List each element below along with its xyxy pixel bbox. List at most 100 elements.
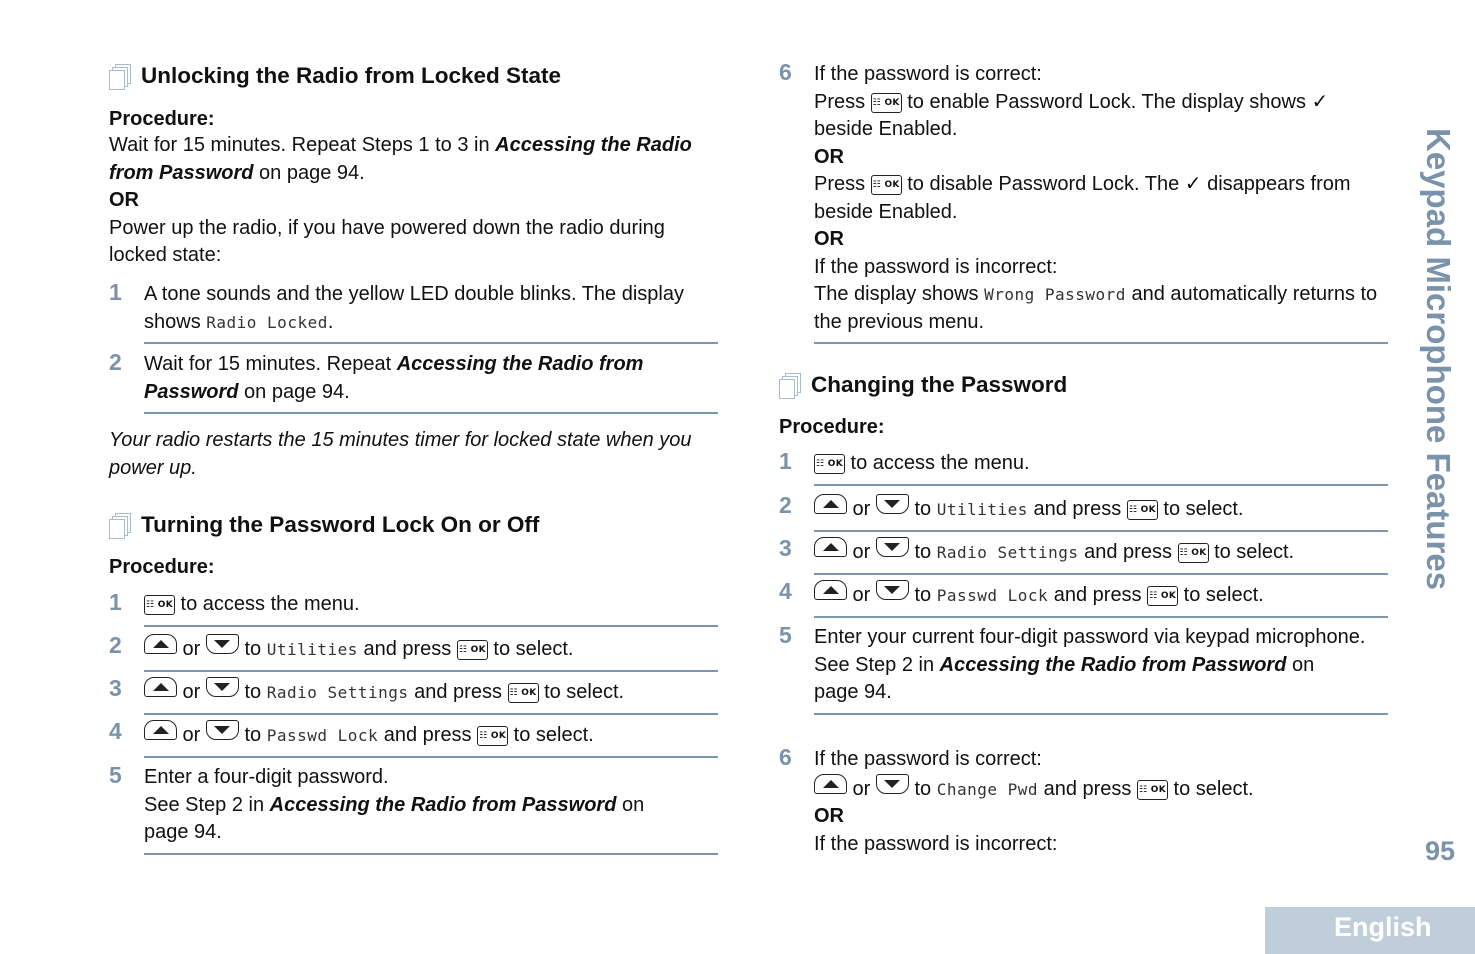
or-text: or bbox=[177, 681, 206, 703]
change-step-4: 4 or to Passwd Lock and press ☷ OK to se… bbox=[779, 578, 1388, 618]
page-number: 95 bbox=[1424, 836, 1455, 866]
procedure-label: Procedure: bbox=[779, 416, 885, 438]
condition-text: If the password is correct: bbox=[814, 63, 1042, 85]
or-text: or bbox=[847, 498, 876, 520]
unlock-step-1: 1 A tone sounds and the yellow LED doubl… bbox=[109, 279, 718, 344]
step-number: 3 bbox=[109, 675, 122, 701]
step-number: 4 bbox=[779, 578, 792, 604]
menu-ok-key-icon: ☷ OK bbox=[144, 595, 175, 615]
or-text: or bbox=[177, 724, 206, 746]
to-text: to bbox=[238, 638, 267, 660]
display-text: Radio Locked bbox=[206, 312, 328, 332]
chapter-title-text: Keypad Microphone Features bbox=[1420, 128, 1457, 591]
down-arrow-key-icon bbox=[875, 537, 909, 557]
down-arrow-key-icon bbox=[875, 773, 909, 794]
and-press-text: and press bbox=[357, 638, 457, 660]
to-text: to bbox=[238, 724, 267, 746]
change-step-6: 6 If the password is correct: or to Chan… bbox=[779, 744, 1388, 864]
down-arrow-key-icon bbox=[205, 720, 239, 740]
down-arrow-key-icon bbox=[205, 634, 239, 654]
section-title: Changing the Password bbox=[811, 372, 1068, 397]
or-text: or bbox=[847, 777, 876, 800]
language-label: English bbox=[1334, 912, 1432, 942]
or-text: or bbox=[847, 541, 876, 563]
to-select-text: to select. bbox=[487, 638, 574, 660]
down-arrow-key-icon bbox=[875, 494, 909, 514]
on-text: on bbox=[616, 793, 645, 816]
see-step-text: See Step 2 in bbox=[814, 653, 940, 676]
step-number: 3 bbox=[779, 535, 792, 561]
to-select-text: to select. bbox=[538, 681, 625, 703]
note-text: Your radio restarts the 15 minutes timer… bbox=[109, 429, 692, 479]
up-arrow-key-icon bbox=[814, 580, 847, 600]
to-text: to bbox=[908, 777, 937, 800]
to-text: to bbox=[238, 681, 267, 703]
page-ref-text: page 94. bbox=[814, 681, 892, 703]
down-arrow-key-icon bbox=[205, 677, 239, 697]
power-up-text: Power up the radio, if you have powered … bbox=[109, 216, 665, 267]
step-number: 5 bbox=[779, 622, 792, 648]
see-step-text: See Step 2 in bbox=[144, 793, 270, 816]
display-text: Passwd Lock bbox=[266, 726, 379, 745]
or-label: OR bbox=[109, 189, 139, 211]
step-number: 6 bbox=[779, 744, 792, 770]
menu-ok-key-icon: ☷ OK bbox=[1126, 500, 1158, 520]
step-number: 4 bbox=[109, 718, 122, 744]
section-title: Unlocking the Radio from Locked State bbox=[141, 63, 562, 88]
step-text: Wait for 15 minutes. Repeat bbox=[144, 353, 397, 375]
toggle-step-6: 6 If the password is correct: Press ☷ OK… bbox=[779, 59, 1388, 344]
and-press-text: and press bbox=[1078, 541, 1178, 563]
unlock-step-2: 2 Wait for 15 minutes. Repeat Accessing … bbox=[109, 349, 718, 414]
section-title: Turning the Password Lock On or Off bbox=[141, 512, 540, 537]
to-select-text: to select. bbox=[1167, 777, 1254, 800]
on-text: on bbox=[1286, 653, 1315, 676]
unlock-intro: Wait for 15 minutes. Repeat Steps 1 to 3… bbox=[109, 132, 718, 270]
change-step-1: 1 ☷ OK to access the menu. bbox=[779, 448, 1388, 486]
language-tab[interactable]: English bbox=[1265, 907, 1475, 954]
menu-ok-key-icon: ☷ OK bbox=[814, 454, 845, 474]
display-text: Utilities bbox=[936, 500, 1028, 519]
step-number: 1 bbox=[109, 279, 122, 305]
condition-text: If the password is correct: bbox=[814, 748, 1042, 770]
document-stack-icon bbox=[109, 513, 131, 539]
document-stack-icon bbox=[109, 64, 131, 90]
menu-ok-key-icon: ☷ OK bbox=[870, 92, 902, 113]
up-arrow-key-icon bbox=[144, 677, 177, 697]
procedure-label: Procedure: bbox=[109, 108, 215, 130]
cross-reference-link[interactable]: Accessing the Radio from Password bbox=[940, 654, 1287, 676]
step-number: 5 bbox=[109, 762, 122, 788]
and-press-text: and press bbox=[1038, 777, 1137, 800]
display-text: Wrong Password bbox=[984, 285, 1126, 304]
toggle-step-1: 1 ☷ OK to access the menu. bbox=[109, 589, 718, 627]
to-select-text: to select. bbox=[1208, 541, 1295, 563]
toggle-step-2: 2 or to Utilities and press ☷ OK to sele… bbox=[109, 632, 718, 672]
menu-ok-key-icon: ☷ OK bbox=[1136, 779, 1168, 800]
toggle-step-4: 4 or to Passwd Lock and press ☷ OK to se… bbox=[109, 718, 718, 758]
up-arrow-key-icon bbox=[814, 537, 847, 557]
step-number: 2 bbox=[779, 492, 792, 518]
step-text: to access the menu. bbox=[175, 593, 360, 615]
display-text: Radio Settings bbox=[266, 683, 409, 702]
menu-ok-key-icon: ☷ OK bbox=[507, 683, 539, 703]
up-arrow-key-icon bbox=[144, 634, 177, 654]
step-number: 2 bbox=[109, 349, 122, 375]
to-select-text: to select. bbox=[508, 724, 594, 746]
intro-text: Wait for 15 minutes. Repeat Steps 1 to 3… bbox=[109, 134, 496, 156]
step-text-tail: on page 94. bbox=[238, 380, 350, 403]
display-text: Passwd Lock bbox=[936, 586, 1049, 605]
section-heading-changing-password: Changing the Password bbox=[779, 372, 1068, 399]
document-stack-icon bbox=[779, 373, 801, 399]
wrong-text: The display shows bbox=[814, 283, 985, 305]
display-text: Radio Settings bbox=[936, 543, 1079, 562]
and-press-text: and press bbox=[408, 681, 508, 703]
cross-reference-link[interactable]: Accessing the Radio from Password bbox=[270, 794, 617, 816]
down-arrow-key-icon bbox=[875, 580, 909, 600]
press-text: Press bbox=[814, 173, 871, 195]
change-step-5: 5 Enter your current four-digit password… bbox=[779, 622, 1388, 715]
step-text: Enter a four-digit password. bbox=[144, 766, 389, 788]
up-arrow-key-icon bbox=[144, 720, 177, 740]
to-select-text: to select. bbox=[1178, 584, 1264, 606]
to-text: to bbox=[908, 541, 937, 563]
page-ref-text: page 94. bbox=[144, 821, 222, 843]
and-press-text: and press bbox=[378, 724, 478, 746]
